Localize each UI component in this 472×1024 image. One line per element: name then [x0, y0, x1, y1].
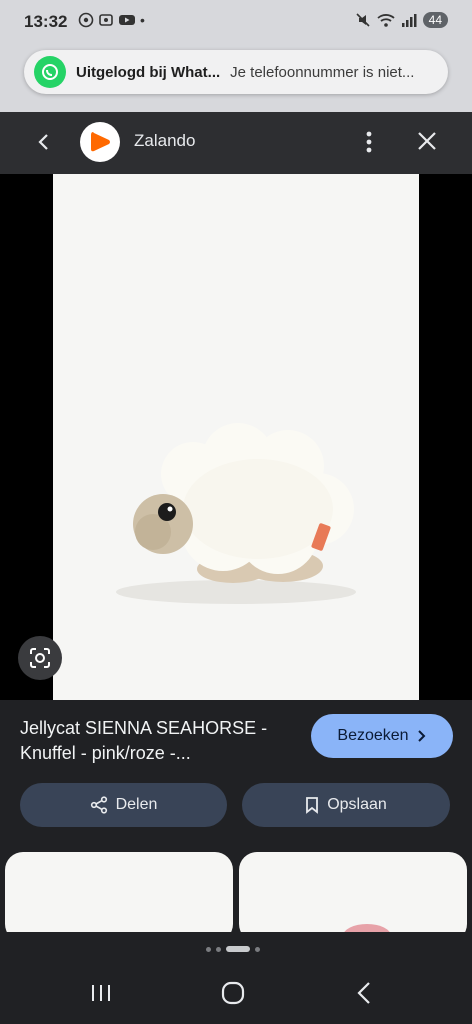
whatsapp-status-icon — [78, 12, 94, 28]
save-label: Opslaan — [327, 796, 387, 813]
sheep-plush-image — [116, 423, 356, 604]
status-time: 13:32 — [24, 12, 68, 31]
zalando-logo — [80, 122, 120, 162]
more-options-icon[interactable] — [362, 130, 376, 154]
save-button[interactable]: Opslaan — [242, 783, 450, 827]
product-title[interactable]: Jellycat SIENNA SEAHORSE - Knuffel - pin… — [20, 716, 310, 766]
zalando-play-icon — [91, 132, 110, 152]
lens-icon — [30, 648, 50, 668]
mute-icon — [356, 13, 370, 27]
page-indicator — [206, 946, 260, 952]
close-icon[interactable] — [416, 130, 438, 152]
whatsapp-notification[interactable]: Uitgelogd bij What... Je telefoonnummer … — [24, 50, 448, 94]
wifi-icon — [377, 14, 395, 27]
visual-search-button[interactable] — [18, 636, 62, 680]
whatsapp-icon — [34, 56, 66, 88]
back-arrow-icon[interactable] — [36, 132, 52, 152]
notification-body: Je telefoonnummer is niet... — [230, 63, 415, 81]
page-dot — [206, 946, 211, 952]
result-card[interactable] — [5, 852, 233, 932]
battery-indicator: 44 — [422, 12, 448, 28]
visit-label: Bezoeken — [337, 727, 409, 744]
bookmark-icon — [306, 797, 319, 814]
home-icon[interactable] — [220, 980, 246, 1006]
chevron-right-icon — [417, 730, 425, 742]
youtube-status-icon — [119, 15, 135, 25]
more-results — [0, 852, 472, 932]
notification-icons: • — [78, 12, 145, 28]
page-dot — [216, 946, 221, 952]
status-bar: 13:32 • 44 — [0, 0, 472, 46]
system-icons: 44 — [355, 12, 448, 28]
visit-button[interactable]: Bezoeken — [311, 714, 453, 758]
share-label: Delen — [115, 796, 158, 813]
result-card[interactable] — [239, 852, 467, 932]
nav-back-icon[interactable] — [354, 980, 374, 1006]
result-thumbnail — [344, 924, 390, 932]
signal-icon — [401, 14, 417, 27]
recent-apps-icon[interactable] — [88, 982, 114, 1004]
share-button[interactable]: Delen — [20, 783, 227, 827]
page-dot — [255, 946, 260, 952]
notification-title: Uitgelogd bij What... — [76, 63, 221, 81]
share-icon — [90, 796, 107, 814]
site-title: Zalando — [134, 131, 196, 150]
page-dot-active — [226, 946, 250, 952]
more-notifications-dot: • — [140, 12, 145, 28]
screenshot-status-icon — [99, 14, 113, 26]
product-image[interactable] — [53, 174, 419, 700]
lens-result-header — [0, 112, 472, 174]
